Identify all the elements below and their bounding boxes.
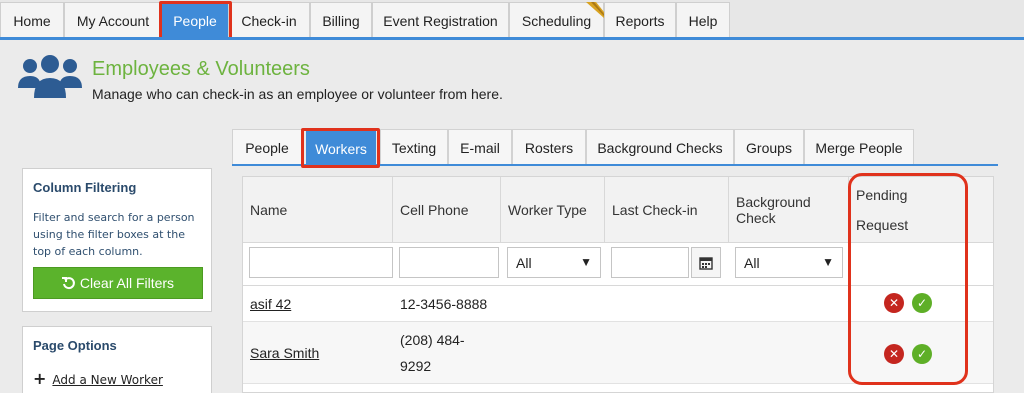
column-header-worker-type[interactable]: Worker Type [501, 177, 605, 243]
column-header-background-check[interactable]: Background Check [729, 177, 849, 243]
tab-email[interactable]: E-mail [448, 129, 512, 165]
page-title: Employees & Volunteers [92, 58, 310, 80]
worker-name-link[interactable]: Sara Smith [250, 345, 319, 361]
nav-tab-event-registration[interactable]: Event Registration [372, 2, 509, 38]
nav-tab-billing[interactable]: Billing [310, 2, 372, 38]
nav-tab-home[interactable]: Home [0, 2, 64, 38]
workers-table: Name Cell Phone Worker Type Last Check-i… [242, 176, 994, 393]
worker-cell-phone-line2: 9292 [400, 358, 432, 374]
approve-request-button[interactable]: ✓ [912, 344, 932, 364]
tab-people[interactable]: People [232, 129, 302, 165]
tab-background-checks[interactable]: Background Checks [586, 129, 734, 165]
filter-row: All ▼ All ▼ [243, 243, 993, 286]
column-filtering-panel: Column Filtering Filter and search for a… [22, 168, 212, 312]
tab-merge-people[interactable]: Merge People [804, 129, 914, 165]
cell-phone-filter-input[interactable] [399, 247, 499, 278]
table-row: Sara Smith (208) 484- 9292 ✕ ✓ [243, 322, 993, 384]
worker-cell-phone-line1: (208) 484- [400, 332, 465, 348]
nav-tab-reports[interactable]: Reports [604, 2, 676, 38]
nav-tab-my-account[interactable]: My Account [64, 2, 162, 38]
worker-name-link[interactable]: asif 42 [250, 296, 291, 312]
reject-request-button[interactable]: ✕ [884, 293, 904, 313]
reset-icon [61, 277, 75, 290]
tab-texting[interactable]: Texting [380, 129, 448, 165]
column-header-pending-request[interactable]: Pending Request [849, 177, 969, 243]
tab-groups[interactable]: Groups [734, 129, 804, 165]
reject-request-button[interactable]: ✕ [884, 344, 904, 364]
column-filtering-description: Filter and search for a person using the… [33, 211, 195, 258]
new-ribbon-icon [586, 2, 604, 18]
page-options-panel: Page Options + Add a New Worker [22, 326, 212, 393]
approve-request-button[interactable]: ✓ [912, 293, 932, 313]
column-header-last-checkin[interactable]: Last Check-in [605, 177, 729, 243]
plus-icon: + [33, 369, 47, 388]
name-filter-input[interactable] [249, 247, 393, 278]
subtab-underline [232, 164, 998, 166]
column-header-name[interactable]: Name [243, 177, 393, 243]
clear-all-filters-label: Clear All Filters [79, 275, 175, 291]
page-subtitle: Manage who can check-in as an employee o… [92, 86, 503, 102]
page-options-title: Page Options [33, 338, 117, 353]
worker-cell-phone: 12-3456-8888 [400, 296, 488, 312]
worker-type-filter-select[interactable]: All ▼ [507, 247, 601, 278]
calendar-button[interactable] [691, 247, 721, 278]
table-header: Name Cell Phone Worker Type Last Check-i… [243, 177, 993, 243]
table-row: asif 42 12-3456-8888 ✕ ✓ [243, 286, 993, 322]
dropdown-arrow-icon: ▼ [580, 255, 592, 269]
clear-all-filters-button[interactable]: Clear All Filters [33, 267, 203, 299]
column-filtering-title: Column Filtering [33, 180, 137, 195]
nav-tab-check-in[interactable]: Check-in [228, 2, 310, 38]
nav-tab-help[interactable]: Help [676, 2, 730, 38]
add-new-worker-link[interactable]: + Add a New Worker [33, 369, 163, 388]
top-navigation: Home My Account People Check-in Billing … [0, 0, 1024, 38]
last-checkin-filter-input[interactable] [611, 247, 689, 278]
calendar-icon [699, 256, 713, 270]
dropdown-arrow-icon: ▼ [822, 255, 834, 269]
column-header-cell-phone[interactable]: Cell Phone [393, 177, 501, 243]
background-check-filter-select[interactable]: All ▼ [735, 247, 843, 278]
nav-tab-people[interactable]: People [162, 2, 228, 38]
tab-rosters[interactable]: Rosters [512, 129, 586, 165]
people-group-icon [18, 55, 82, 98]
add-new-worker-label: Add a New Worker [52, 373, 163, 387]
tab-workers[interactable]: Workers [306, 131, 376, 165]
